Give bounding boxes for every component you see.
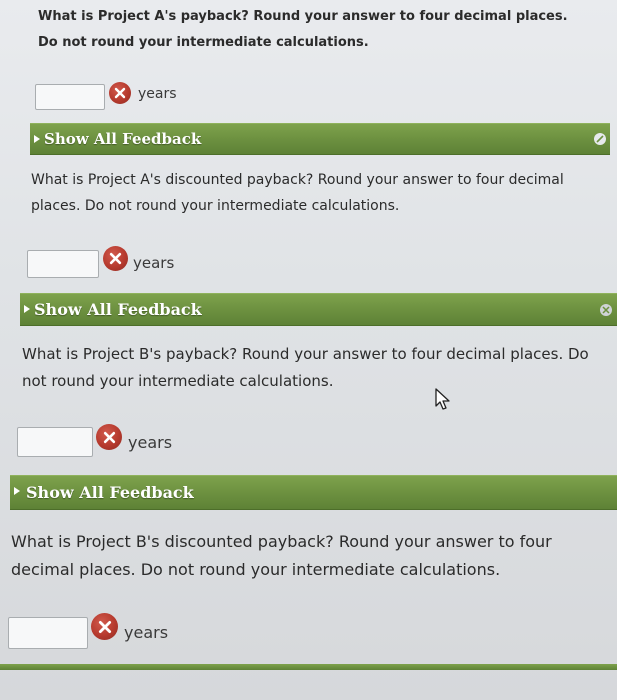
unit-label-3: years xyxy=(128,433,173,452)
x-circle-icon xyxy=(91,613,118,640)
show-feedback-bar-2[interactable]: Show All Feedback xyxy=(20,293,617,326)
unit-label-4: years xyxy=(124,623,169,642)
x-circle-icon xyxy=(109,82,131,104)
question-4-text: What is Project B's discounted payback? … xyxy=(11,532,552,579)
show-feedback-bar-3[interactable]: Show All Feedback xyxy=(10,475,617,510)
edit-icon[interactable] xyxy=(594,133,606,145)
answer-input-4[interactable] xyxy=(8,617,88,649)
x-circle-icon xyxy=(103,246,128,271)
quiz-page: What is Project A's payback? Round your … xyxy=(0,0,617,700)
show-feedback-label-1: Show All Feedback xyxy=(44,130,202,148)
show-feedback-bar-1[interactable]: Show All Feedback xyxy=(30,123,610,155)
question-1-text: What is Project A's payback? Round your … xyxy=(38,9,568,50)
answer-input-3[interactable] xyxy=(17,427,93,457)
show-feedback-label-3: Show All Feedback xyxy=(26,483,194,502)
unit-label-1: years xyxy=(138,86,177,102)
answer-input-2[interactable] xyxy=(27,250,99,278)
close-icon[interactable] xyxy=(600,304,612,316)
question-3-text: What is Project B's payback? Round your … xyxy=(22,345,589,390)
show-feedback-label-2: Show All Feedback xyxy=(34,300,202,319)
triangle-right-icon xyxy=(34,135,40,143)
mouse-pointer-icon xyxy=(434,387,452,415)
x-circle-icon xyxy=(96,424,122,450)
unit-label-2: years xyxy=(133,254,175,272)
triangle-right-icon xyxy=(14,487,20,495)
triangle-right-icon xyxy=(24,305,30,313)
bottom-divider xyxy=(0,664,617,670)
answer-input-1[interactable] xyxy=(35,84,105,110)
question-2-text: What is Project A's discounted payback? … xyxy=(31,172,564,214)
